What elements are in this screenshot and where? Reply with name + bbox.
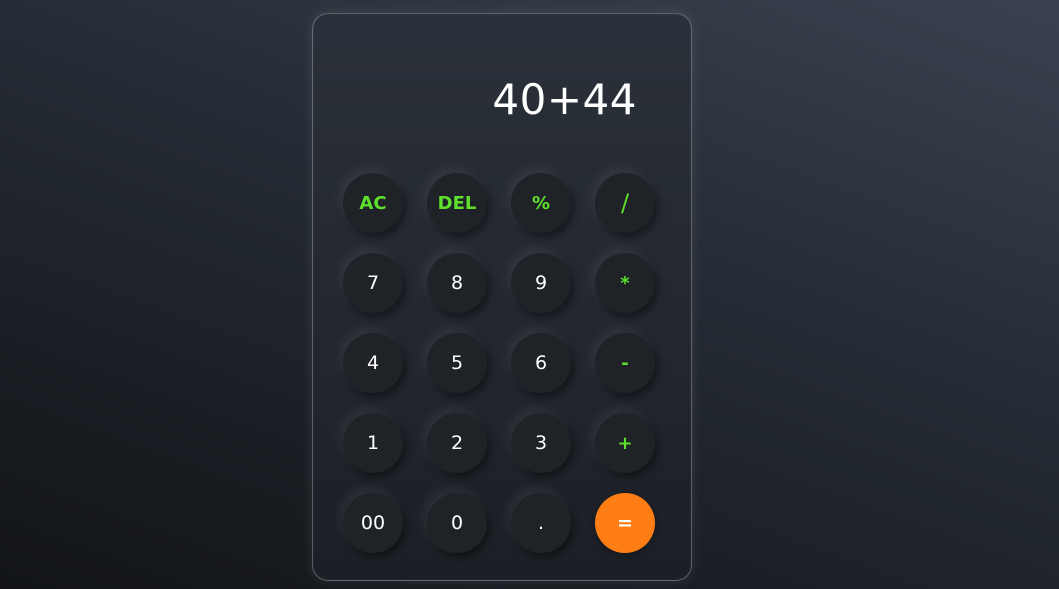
digit-1-button[interactable]: 1: [343, 413, 403, 473]
calculator-panel: 40+44 AC DEL % / 7 8 9 * 4 5 6 - 1 2 3 +…: [312, 13, 692, 581]
digit-5-button[interactable]: 5: [427, 333, 487, 393]
plus-button[interactable]: +: [595, 413, 655, 473]
digit-7-button[interactable]: 7: [343, 253, 403, 313]
digit-4-button[interactable]: 4: [343, 333, 403, 393]
delete-button[interactable]: DEL: [427, 173, 487, 233]
digit-0-button[interactable]: 0: [427, 493, 487, 553]
percent-button[interactable]: %: [511, 173, 571, 233]
divide-button[interactable]: /: [595, 173, 655, 233]
calculator-display: 40+44: [492, 75, 637, 124]
digit-9-button[interactable]: 9: [511, 253, 571, 313]
digit-8-button[interactable]: 8: [427, 253, 487, 313]
minus-button[interactable]: -: [595, 333, 655, 393]
decimal-point-button[interactable]: .: [511, 493, 571, 553]
digit-3-button[interactable]: 3: [511, 413, 571, 473]
all-clear-button[interactable]: AC: [343, 173, 403, 233]
keypad: AC DEL % / 7 8 9 * 4 5 6 - 1 2 3 + 00 0 …: [343, 173, 659, 553]
multiply-button[interactable]: *: [595, 253, 655, 313]
equals-button[interactable]: =: [595, 493, 655, 553]
double-zero-button[interactable]: 00: [343, 493, 403, 553]
digit-2-button[interactable]: 2: [427, 413, 487, 473]
digit-6-button[interactable]: 6: [511, 333, 571, 393]
